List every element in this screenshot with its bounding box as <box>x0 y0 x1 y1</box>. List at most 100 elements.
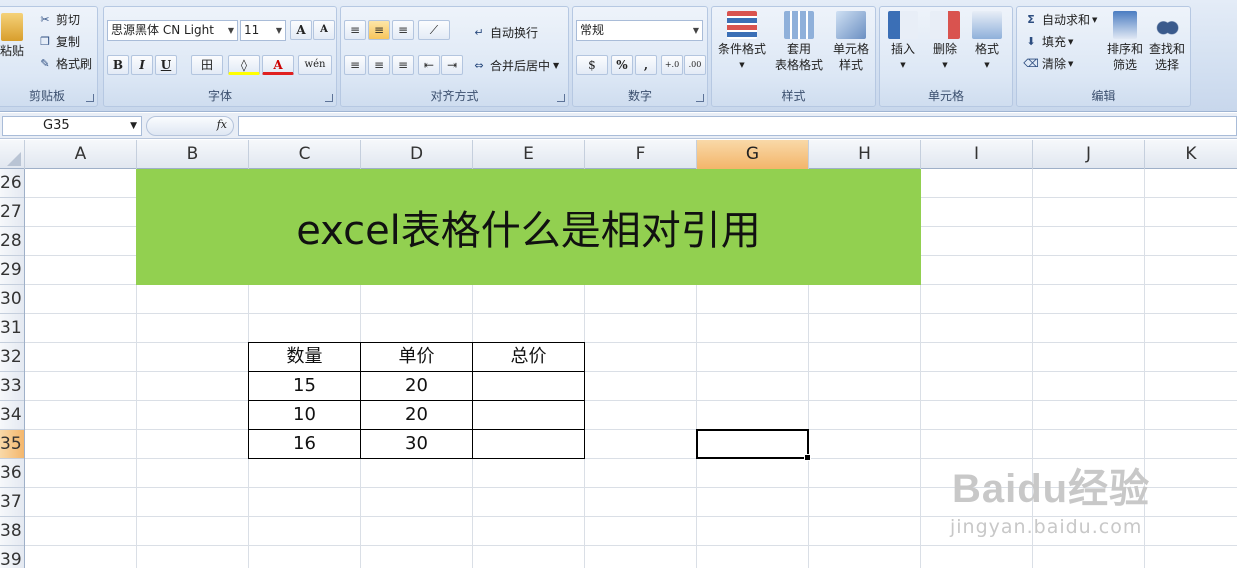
clipboard-dialog-launcher[interactable] <box>86 94 94 102</box>
phonetic-button[interactable]: wén <box>298 55 332 75</box>
cell-styles-button[interactable]: 单元格 样式 <box>829 11 873 73</box>
formula-input[interactable] <box>238 116 1237 136</box>
number-format-select[interactable]: 常规 ▼ <box>576 20 703 41</box>
chevron-down-icon: ▼ <box>1068 59 1074 68</box>
column-header-k[interactable]: K <box>1145 140 1237 169</box>
increase-indent-button[interactable]: ⇥ <box>441 55 463 75</box>
row-header-39[interactable]: 39 <box>0 546 24 568</box>
table-cell[interactable] <box>472 429 585 459</box>
column-header-d[interactable]: D <box>361 140 473 169</box>
table-cell[interactable]: 20 <box>360 371 473 401</box>
fill-color-button[interactable]: ◊ <box>228 55 260 75</box>
clipboard-icon <box>1 13 23 41</box>
row-header-38[interactable]: 38 <box>0 517 24 546</box>
table-cell[interactable]: 30 <box>360 429 473 459</box>
select-all-button[interactable] <box>0 140 25 169</box>
wrap-text-button[interactable]: ↵ 自动换行 <box>471 24 538 41</box>
clipboard-group-label: 剪贴板 <box>28 89 65 103</box>
increase-decimal-button[interactable]: +.0 <box>661 55 683 75</box>
cells-group: 插入 ▼ 删除 ▼ 格式 ▼ 单元格 <box>879 6 1013 107</box>
underline-button[interactable]: U <box>155 55 177 75</box>
align-middle-button[interactable]: ≡ <box>368 20 390 40</box>
orientation-icon: ⟋ <box>429 23 439 37</box>
percent-button[interactable]: % <box>611 55 633 75</box>
insert-function-button[interactable]: fx <box>146 116 234 136</box>
font-name-select[interactable]: 思源黑体 CN Light ▼ <box>107 20 238 41</box>
align-right-button[interactable]: ≡ <box>392 55 414 75</box>
column-header-c[interactable]: C <box>249 140 361 169</box>
table-cell[interactable] <box>472 371 585 401</box>
align-center-icon: ≡ <box>373 58 385 72</box>
format-cells-button[interactable]: 格式 ▼ <box>967 11 1007 73</box>
grow-font-button[interactable]: A <box>290 20 312 40</box>
orientation-button[interactable]: ⟋ <box>418 20 450 40</box>
merge-center-button[interactable]: ⇔ 合并后居中 ▼ <box>471 57 559 74</box>
column-header-h[interactable]: H <box>809 140 921 169</box>
table-header-cell[interactable]: 数量 <box>248 342 361 372</box>
format-as-table-button[interactable]: 套用 表格格式 <box>769 11 829 73</box>
cut-button[interactable]: ✂ 剪切 <box>37 11 80 28</box>
bold-button[interactable]: B <box>107 55 129 75</box>
table-cell[interactable]: 15 <box>248 371 361 401</box>
font-color-button[interactable]: A <box>262 55 294 75</box>
column-header-f[interactable]: F <box>585 140 697 169</box>
font-size-select[interactable]: 11 ▼ <box>240 20 286 41</box>
paste-button[interactable]: 粘贴 <box>0 13 27 59</box>
row-header-36[interactable]: 36 <box>0 459 24 488</box>
find-select-button[interactable]: 查找和 选择 <box>1145 11 1189 73</box>
number-dialog-launcher[interactable] <box>696 94 704 102</box>
italic-button[interactable]: I <box>131 55 153 75</box>
decrease-indent-button[interactable]: ⇤ <box>418 55 440 75</box>
insert-button[interactable]: 插入 ▼ <box>883 11 923 73</box>
copy-button[interactable]: ❐ 复制 <box>37 33 80 50</box>
align-left-button[interactable]: ≡ <box>344 55 366 75</box>
decrease-decimal-button[interactable]: .00 <box>684 55 706 75</box>
comma-style-button[interactable]: , <box>635 55 657 75</box>
sort-filter-button[interactable]: 排序和 筛选 <box>1103 11 1147 73</box>
row-header-28[interactable]: 28 <box>0 227 24 256</box>
row-header-26[interactable]: 26 <box>0 169 24 198</box>
table-header-cell[interactable]: 总价 <box>472 342 585 372</box>
column-header-g[interactable]: G <box>697 140 809 169</box>
column-header-j[interactable]: J <box>1033 140 1145 169</box>
column-header-b[interactable]: B <box>137 140 249 169</box>
align-bottom-button[interactable]: ≡ <box>392 20 414 40</box>
shrink-font-button[interactable]: A <box>313 20 335 40</box>
table-cell[interactable]: 16 <box>248 429 361 459</box>
title-banner[interactable]: excel表格什么是相对引用 <box>136 169 921 285</box>
table-cell[interactable]: 20 <box>360 400 473 430</box>
alignment-group: ≡ ≡ ≡ ⟋ ≡ ≡ ≡ ⇤ ⇥ ↵ 自动换行 ⇔ 合并后居中 ▼ 对齐方式 <box>340 6 569 107</box>
font-dialog-launcher[interactable] <box>325 94 333 102</box>
column-header-e[interactable]: E <box>473 140 585 169</box>
align-top-button[interactable]: ≡ <box>344 20 366 40</box>
row-header-32[interactable]: 32 <box>0 343 24 372</box>
row-header-33[interactable]: 33 <box>0 372 24 401</box>
table-cell[interactable] <box>472 400 585 430</box>
format-painter-button[interactable]: ✎ 格式刷 <box>37 55 92 72</box>
table-header-cell[interactable]: 单价 <box>360 342 473 372</box>
conditional-format-button[interactable]: 条件格式 ▼ <box>715 11 769 73</box>
delete-button[interactable]: 删除 ▼ <box>925 11 965 73</box>
table-cell[interactable]: 10 <box>248 400 361 430</box>
row-header-35[interactable]: 35 <box>0 430 24 459</box>
align-right-icon: ≡ <box>397 58 409 72</box>
row-header-37[interactable]: 37 <box>0 488 24 517</box>
row-header-29[interactable]: 29 <box>0 256 24 285</box>
fx-icon: fx <box>216 118 227 131</box>
row-header-30[interactable]: 30 <box>0 285 24 314</box>
alignment-dialog-launcher[interactable] <box>557 94 565 102</box>
name-box[interactable]: G35 ▼ <box>2 116 142 136</box>
border-button[interactable]: 田 <box>191 55 223 75</box>
row-header-27[interactable]: 27 <box>0 198 24 227</box>
row-header-31[interactable]: 31 <box>0 314 24 343</box>
align-center-button[interactable]: ≡ <box>368 55 390 75</box>
currency-button[interactable]: $ <box>576 55 608 75</box>
clear-button[interactable]: ⌫ 清除 ▼ <box>1023 55 1073 72</box>
fill-button[interactable]: ⬇ 填充 ▼ <box>1023 33 1073 50</box>
column-header-i[interactable]: I <box>921 140 1033 169</box>
active-cell-g35[interactable] <box>696 429 811 461</box>
row-header-34[interactable]: 34 <box>0 401 24 430</box>
table-format-icon <box>784 11 814 39</box>
column-header-a[interactable]: A <box>25 140 137 169</box>
autosum-button[interactable]: Σ 自动求和 ▼ <box>1023 11 1097 28</box>
